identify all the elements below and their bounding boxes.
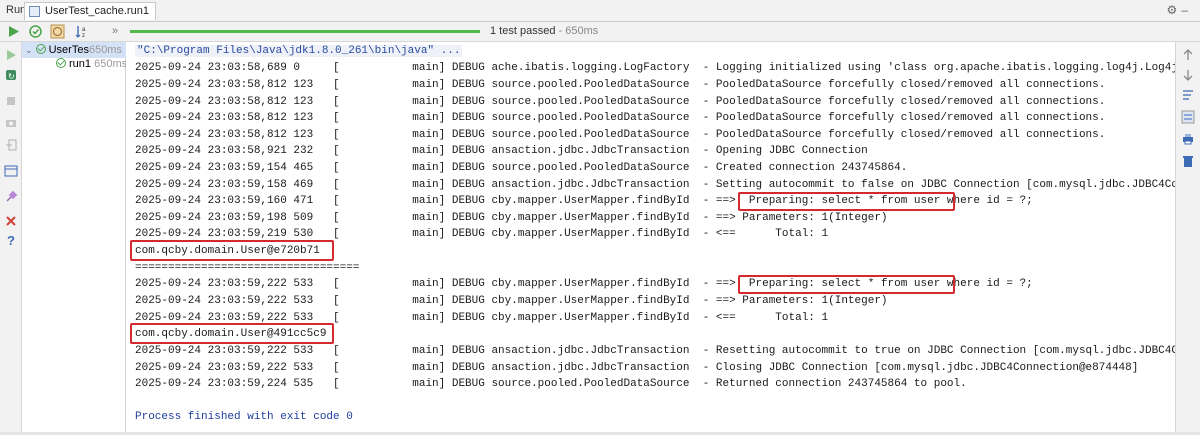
exit-icon[interactable] bbox=[4, 138, 18, 152]
console-line: 2025-09-24 23:03:58,689 0 [ main] DEBUG … bbox=[135, 62, 1175, 74]
exit-message: Process finished with exit code 0 bbox=[135, 411, 353, 423]
scroll-down-icon[interactable] bbox=[1181, 68, 1195, 82]
minimize-icon[interactable]: – bbox=[1181, 3, 1192, 17]
run-config-icon bbox=[29, 6, 40, 17]
console-output[interactable]: "C:\Program Files\Java\jdk1.8.0_261\bin\… bbox=[127, 42, 1175, 435]
console-line: ================================== bbox=[135, 262, 360, 274]
console-line: 2025-09-24 23:03:59,198 509 [ main] DEBU… bbox=[135, 212, 888, 224]
test-results-tree: ⌄ UserTes650ms run1 650ms bbox=[22, 42, 126, 435]
scroll-to-end-icon[interactable] bbox=[1181, 110, 1195, 124]
console-line: 2025-09-24 23:03:58,921 232 [ main] DEBU… bbox=[135, 145, 868, 157]
gear-icon[interactable]: ⚙ bbox=[1167, 3, 1182, 17]
scroll-up-icon[interactable] bbox=[1181, 48, 1195, 62]
passed-icon bbox=[35, 44, 46, 54]
test-progress-bar bbox=[130, 30, 480, 33]
tree-child-label: run1 bbox=[69, 58, 92, 70]
tree-child-duration: 650ms bbox=[94, 58, 126, 70]
expand-more-icon[interactable]: » bbox=[112, 24, 127, 39]
run-icon[interactable] bbox=[6, 24, 21, 39]
svg-text:z: z bbox=[82, 33, 85, 39]
tree-root-duration: 650ms bbox=[88, 44, 122, 56]
highlight-box bbox=[130, 323, 334, 344]
console-line: 2025-09-24 23:03:58,812 123 [ main] DEBU… bbox=[135, 79, 1106, 91]
stop-icon[interactable] bbox=[4, 94, 18, 108]
console-line: "C:\Program Files\Java\jdk1.8.0_261\bin\… bbox=[135, 43, 463, 59]
tree-child-item[interactable]: run1 650ms bbox=[22, 56, 126, 72]
camera-icon[interactable] bbox=[4, 116, 18, 130]
layout-icon[interactable] bbox=[4, 164, 18, 178]
run-tool-window-header: Run UserTest_cache.run1 ⚙– bbox=[0, 0, 1200, 22]
chevron-down-icon[interactable]: ⌄ bbox=[25, 45, 33, 55]
print-icon[interactable] bbox=[1181, 132, 1195, 146]
console-line: 2025-09-24 23:03:59,154 465 [ main] DEBU… bbox=[135, 162, 908, 174]
console-line: 2025-09-24 23:03:58,812 123 [ main] DEBU… bbox=[135, 96, 1106, 108]
console-line: 2025-09-24 23:03:59,222 533 [ main] DEBU… bbox=[135, 345, 1175, 357]
rerun-icon[interactable]: ↻ bbox=[4, 68, 18, 82]
highlight-box bbox=[738, 275, 955, 294]
run-toolbar: az » 1 test passed - 650ms bbox=[0, 22, 1200, 42]
tree-root-label: UserTes bbox=[48, 44, 89, 56]
console-line: 2025-09-24 23:03:59,224 535 [ main] DEBU… bbox=[135, 378, 967, 390]
sort-icon[interactable]: az bbox=[74, 24, 89, 39]
highlight-box bbox=[130, 240, 334, 261]
console-line: 2025-09-24 23:03:58,812 123 [ main] DEBU… bbox=[135, 129, 1106, 141]
console-line: 2025-09-24 23:03:59,222 533 [ main] DEBU… bbox=[135, 362, 1139, 374]
test-status: 1 test passed - 650ms bbox=[490, 25, 599, 37]
svg-text:↻: ↻ bbox=[8, 72, 15, 81]
test-status-text: 1 test passed bbox=[490, 25, 556, 37]
tests-ignored-icon[interactable] bbox=[50, 24, 65, 39]
tab-title: UserTest_cache.run1 bbox=[45, 5, 149, 17]
close-icon[interactable] bbox=[4, 214, 18, 228]
left-tool-strip: ↻ ? bbox=[0, 42, 22, 435]
tests-passed-icon[interactable] bbox=[28, 24, 43, 39]
console-line: 2025-09-24 23:03:59,158 469 [ main] DEBU… bbox=[135, 179, 1175, 191]
help-icon[interactable]: ? bbox=[4, 234, 18, 248]
soft-wrap-icon[interactable] bbox=[1181, 88, 1195, 102]
console-line: 2025-09-24 23:03:59,222 533 [ main] DEBU… bbox=[135, 295, 888, 307]
console-line: 2025-09-24 23:03:58,812 123 [ main] DEBU… bbox=[135, 112, 1106, 124]
java-command[interactable]: "C:\Program Files\Java\jdk1.8.0_261\bin\… bbox=[135, 45, 463, 57]
right-tool-strip bbox=[1175, 42, 1200, 435]
trash-icon[interactable] bbox=[1181, 154, 1195, 168]
highlight-box bbox=[738, 192, 955, 211]
passed-icon bbox=[56, 58, 66, 68]
run-icon[interactable] bbox=[4, 48, 18, 62]
test-status-duration: 650ms bbox=[565, 25, 599, 37]
run-config-tab[interactable]: UserTest_cache.run1 bbox=[24, 2, 156, 20]
pin-icon[interactable] bbox=[4, 190, 18, 204]
